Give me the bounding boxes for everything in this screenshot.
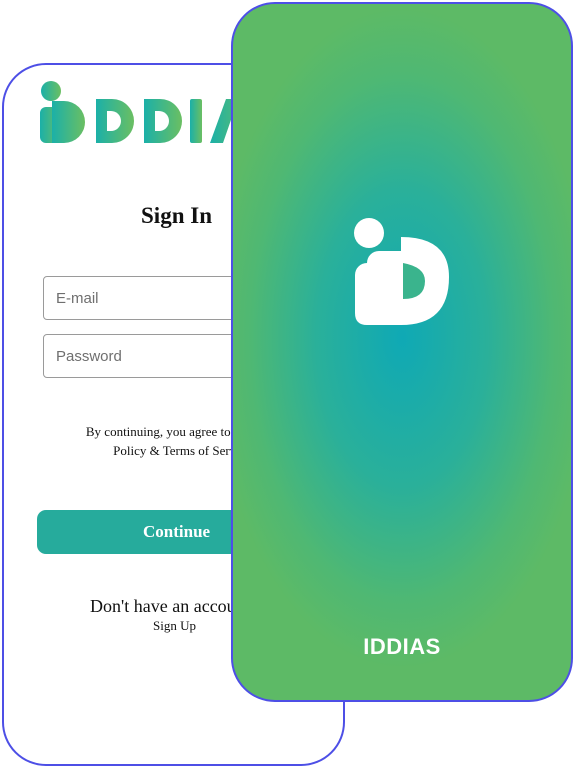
iddias-logo xyxy=(40,81,254,143)
signup-link[interactable]: Sign Up xyxy=(153,618,196,634)
iddias-mark-icon xyxy=(354,218,449,325)
splash-phone-frame: IDDIAS xyxy=(231,2,573,702)
brand-name: IDDIAS xyxy=(363,634,441,659)
no-account-text: Don't have an accou xyxy=(90,596,236,616)
